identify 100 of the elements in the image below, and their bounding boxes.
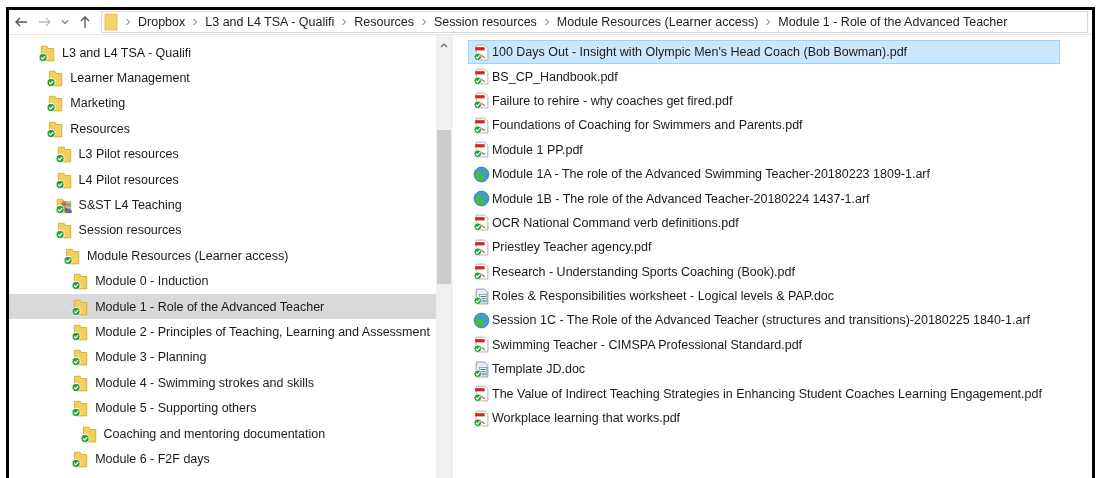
tree-item-label: Module 4 - Swimming strokes and skills <box>95 375 314 390</box>
tree-item[interactable]: S&ST L4 Teaching <box>9 192 436 218</box>
file-item[interactable]: BS_CP_Handbook.pdf <box>468 64 1060 89</box>
folder-icon <box>54 145 73 164</box>
pdf-file-icon <box>473 92 490 110</box>
file-item[interactable]: Template JD.doc <box>468 357 1060 382</box>
pdf-file-icon <box>473 68 490 86</box>
file-name: Swimming Teacher - CIMSPA Professional Standard.pdf <box>492 337 803 352</box>
dropdown-chevron-icon[interactable] <box>61 18 69 26</box>
tree-item[interactable]: Learner Management <box>9 65 436 91</box>
file-item[interactable]: Foundations of Coaching for Swimmers and Parents.pdf <box>468 113 1060 138</box>
file-item[interactable]: Module 1B - The role of the Advanced Teacher-20180224 1437-1.arf <box>468 186 1060 211</box>
breadcrumb-item[interactable]: Session resources <box>434 15 537 29</box>
globe-icon <box>473 165 490 183</box>
folder-icon <box>79 424 98 443</box>
file-item[interactable]: Session 1C - The Role of the Advanced Teacher (structures and transitions)-20180225 1840-1.arf <box>468 308 1060 333</box>
breadcrumb-item[interactable]: Dropbox <box>138 15 186 29</box>
file-item[interactable]: Priestley Teacher agency.pdf <box>468 235 1060 260</box>
tree-item[interactable]: L4 Pilot resources <box>9 166 436 193</box>
file-name: Module 1 PP.pdf <box>492 142 583 157</box>
file-item[interactable]: Roles & Responsibilities worksheet - Logical levels & PAP.doc <box>468 283 1060 309</box>
breadcrumb-item[interactable]: L3 and L4 TSA - Qualifi <box>205 15 335 29</box>
tree-item[interactable]: Module 5 - Supporting others <box>9 395 436 421</box>
tree-item[interactable]: L3 Pilot resources <box>9 141 436 167</box>
tree-item-label: S&ST L4 Teaching <box>78 198 182 213</box>
tree-item-label: Resources <box>70 121 131 136</box>
shared-folder-icon <box>54 196 73 215</box>
tree-item[interactable]: Module 0 - Induction <box>9 268 436 294</box>
folder-icon <box>46 69 65 88</box>
pdf-file-icon <box>473 238 490 256</box>
globe-icon <box>473 312 490 329</box>
file-item[interactable]: Module 1 PP.pdf <box>468 137 1060 162</box>
chevron-icon <box>125 18 131 26</box>
file-name: Module 1B - The role of the Advanced Teacher-20180224 1437-1.arf <box>492 191 870 206</box>
file-name: Session 1C - The Role of the Advanced Teacher (structures and transitions)-20180225 1840-1.arf <box>492 313 1031 328</box>
tree-item[interactable]: Resources <box>9 116 436 142</box>
folder-icon <box>38 43 56 62</box>
file-item[interactable]: The Value of Indirect Teaching Strategies in Enhancing Student Coaches Learning Engagement.pdf <box>468 381 1060 406</box>
file-name: BS_CP_Handbook.pdf <box>492 69 618 84</box>
pdf-file-icon <box>473 336 490 354</box>
file-item[interactable]: Workplace learning that works.pdf <box>468 405 1060 431</box>
pdf-file-icon <box>473 43 490 61</box>
file-name: 100 Days Out - Insight with Olympic Men's Head Coach (Bob Bowman).pdf <box>492 45 908 60</box>
scroll-up-icon[interactable] <box>439 41 449 49</box>
pdf-file-icon <box>473 214 490 232</box>
file-name: Template JD.doc <box>492 362 586 377</box>
pdf-file-icon <box>473 409 490 427</box>
chevron-icon <box>192 18 199 26</box>
document-icon <box>473 287 490 305</box>
tree-item-label: Module 2 - Principles of Teaching, Learning and Assessment <box>95 325 430 339</box>
tree-item[interactable]: L3 and L4 TSA - Qualifi <box>9 40 436 66</box>
file-item[interactable]: Failure to rehire - why coaches get fired.pdf <box>468 88 1060 114</box>
scrollbar[interactable] <box>436 35 452 478</box>
pdf-file-icon <box>473 263 490 281</box>
file-item[interactable]: 100 Days Out - Insight with Olympic Men's Head Coach (Bob Bowman).pdf <box>468 40 1060 65</box>
folder-icon <box>46 119 65 138</box>
file-item[interactable]: Module 1A - The role of the Advanced Swimming Teacher-20180223 1809-1.arf <box>468 161 1060 187</box>
tree-item-label: L3 and L4 TSA - Qualifi <box>62 45 192 60</box>
tree-item[interactable]: Module 2 - Principles of Teaching, Learning and Assessment <box>9 319 436 345</box>
breadcrumb-item[interactable]: Resources <box>354 15 415 29</box>
folder-icon <box>71 348 90 367</box>
tree-item-label: Module Resources (Learner access) <box>86 248 289 263</box>
tree-item[interactable]: Module 6 - F2F days <box>9 446 436 472</box>
scrollbar-thumb[interactable] <box>437 130 451 284</box>
breadcrumb-item[interactable]: Module 1 - Role of the Advanced Teacher <box>778 15 1008 29</box>
file-item[interactable]: Swimming Teacher - CIMSPA Professional Standard.pdf <box>468 332 1060 358</box>
folder-icon <box>71 272 90 291</box>
tree-item[interactable]: Module 3 - Planning <box>9 344 436 371</box>
tree-item[interactable]: Marketing <box>9 90 436 117</box>
tree-item-label: Module 3 - Planning <box>95 350 207 365</box>
tree-item-label: Module 6 - F2F days <box>95 451 210 466</box>
file-name: The Value of Indirect Teaching Strategies in Enhancing Student Coaches Learning Engagement.pdf <box>492 386 1042 401</box>
folder-icon <box>71 297 90 316</box>
file-name: Workplace learning that works.pdf <box>492 411 681 426</box>
chevron-icon <box>341 18 348 26</box>
file-name: Roles & Responsibilities worksheet - Logical levels & PAP.doc <box>492 289 835 304</box>
file-name: Module 1A - The role of the Advanced Swimming Teacher-20180223 1809-1.arf <box>492 167 930 182</box>
tree-item-label: L4 Pilot resources <box>78 172 179 187</box>
tree-item[interactable]: Session resources <box>9 217 436 244</box>
file-item[interactable]: Research - Understanding Sports Coaching (Book).pdf <box>468 259 1060 284</box>
file-name: Priestley Teacher agency.pdf <box>492 240 652 255</box>
tree-item-label: Session resources <box>78 223 182 238</box>
folder-icon <box>71 373 90 392</box>
tree-item[interactable]: Module Resources (Learner access) <box>9 243 436 269</box>
breadcrumb-item[interactable]: Module Resources (Learner access) <box>556 15 759 29</box>
tree-item[interactable]: Module 4 - Swimming strokes and skills <box>9 370 436 396</box>
folder-icon <box>62 246 81 265</box>
address-bar[interactable]: Dropbox L3 and L4 TSA - Qualifi Resources Session resources Module Resources (Learner access) Module 1 - Role of the Advanced Teacher <box>101 11 1088 33</box>
tree-item-label: Marketing <box>70 96 126 111</box>
folder-icon <box>71 323 90 341</box>
file-item[interactable]: OCR National Command verb definitions.pdf <box>468 210 1060 236</box>
document-icon <box>473 360 490 378</box>
tree-item[interactable]: Module 1 - Role of the Advanced Teacher <box>9 293 436 320</box>
folder-icon <box>104 13 118 31</box>
tree-item[interactable]: Coaching and mentoring documentation <box>9 420 436 447</box>
file-name: Research - Understanding Sports Coaching (Book).pdf <box>492 264 795 279</box>
folder-icon <box>54 170 73 189</box>
tree-item-label: Coaching and mentoring documentation <box>103 426 326 441</box>
folder-icon <box>71 449 90 468</box>
pdf-file-icon <box>473 116 490 134</box>
